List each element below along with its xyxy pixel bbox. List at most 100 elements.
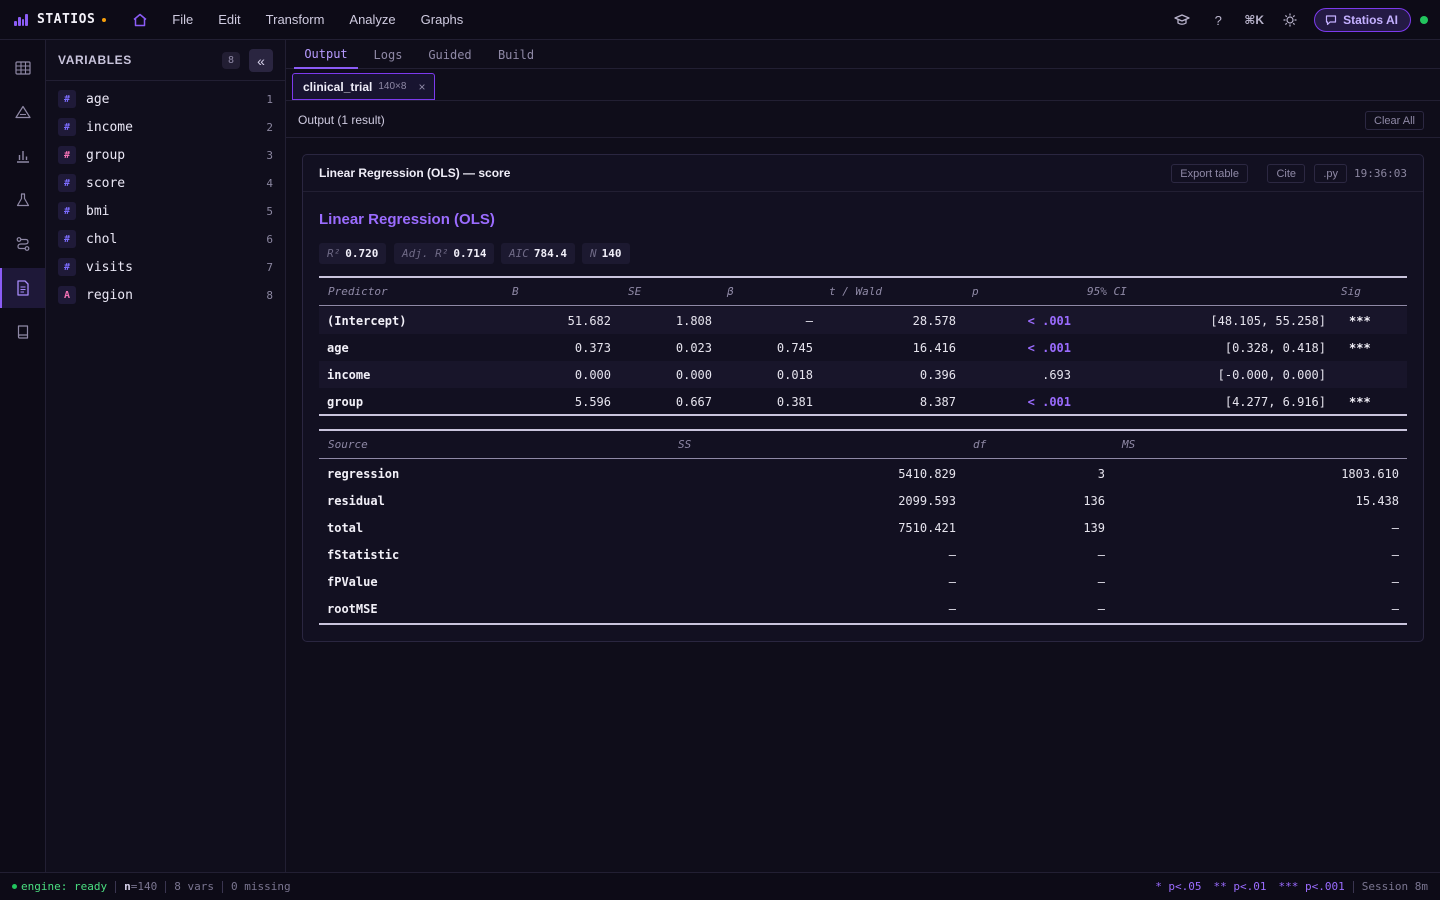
variable-type-icon: # [58,90,76,108]
coef-cell-t: 16.416 [912,340,956,355]
output-header: Output (1 result) Clear All [286,102,1440,138]
variable-item-visits[interactable]: # visits 7 [46,253,285,281]
anova-cell-ms: — [1391,520,1399,535]
export-python-button[interactable]: .py [1314,164,1347,183]
coef-cell-beta: 0.381 [776,394,813,409]
stat-n-label: N [590,247,597,260]
anova-cell-df: 139 [1083,520,1105,535]
col-predictor: Predictor [328,285,388,298]
variable-item-chol[interactable]: # chol 6 [46,225,285,253]
coef-cell-p: < .001 [1027,313,1071,328]
col-ci: 95% CI [1087,285,1127,298]
cite-button[interactable]: Cite [1267,164,1305,183]
variable-item-bmi[interactable]: # bmi 5 [46,197,285,225]
col-ss: SS [678,438,692,451]
coef-cell-p: < .001 [1027,340,1071,355]
anova-cell-source: total [327,520,364,535]
col-p: p [972,285,979,298]
rail-book-icon[interactable] [0,312,45,352]
rail-bar-chart-icon[interactable] [0,136,45,176]
app-name: STATIOS [37,12,96,27]
help-button[interactable]: ? [1208,10,1228,30]
rail-flow-icon[interactable] [0,224,45,264]
graduation-cap-icon[interactable] [1172,10,1192,30]
close-icon[interactable]: × [418,80,425,94]
anova-row-rootmse: rootMSE — — — [319,595,1407,622]
stat-r2: R² 0.720 [319,243,387,264]
sig-legend-01: ** p<.01 [1213,880,1267,893]
stat-aic-value: 784.4 [533,247,567,260]
missing-count: 0 missing [230,880,291,893]
menu-analyze[interactable]: Analyze [339,12,405,27]
top-bar: STATIOS File Edit Transform Analyze Grap… [0,0,1440,40]
anova-cell-ms: — [1391,574,1399,589]
tab-guided[interactable]: Guided [424,40,476,69]
variable-index: 1 [266,92,273,106]
tab-output[interactable]: Output [294,40,358,69]
rail-output-document-icon[interactable] [0,268,45,308]
brand[interactable]: STATIOS [0,12,107,27]
col-b: B [512,285,519,298]
stat-r2-value: 0.720 [345,247,379,260]
menu-file[interactable]: File [162,12,203,27]
tab-build[interactable]: Build [490,40,542,69]
variable-name: group [86,147,126,163]
menu-transform[interactable]: Transform [256,12,335,27]
main-area: Output Logs Guided Build clinical_trial … [286,40,1440,872]
dataset-tab-name: clinical_trial [303,79,373,94]
coef-cell-sig: *** [1349,340,1371,355]
variable-index: 3 [266,148,273,162]
coef-row-group: group 5.596 0.667 0.381 8.387 < .001 [4.277, 6… [319,388,1407,415]
variable-name: score [86,175,126,191]
dataset-tab-dims: 140×8 [378,81,407,92]
variable-index: 8 [266,288,273,302]
coef-cell-predictor: group [327,394,364,409]
clear-all-button[interactable]: Clear All [1365,111,1424,130]
engine-status: engine: ready [21,880,108,893]
command-palette-button[interactable]: ⌘K [1244,10,1264,30]
coef-row-age: age 0.373 0.023 0.745 16.416 < .001 [0.328, 0.… [319,334,1407,361]
top-right-actions: ? ⌘K Statios AI [1156,0,1440,40]
stat-aic: AIC 784.4 [501,243,575,264]
anova-cell-ms: 1803.610 [1341,466,1399,481]
rail-triangle-icon[interactable] [0,92,45,132]
statios-ai-button[interactable]: Statios AI [1314,8,1411,32]
coef-cell-se: 0.000 [675,367,712,382]
variable-name: bmi [86,203,110,219]
method-title: Linear Regression (OLS) [319,211,495,228]
anova-cell-ms: 15.438 [1355,493,1399,508]
result-card: Linear Regression (OLS) — score Export t… [302,154,1424,642]
variable-item-income[interactable]: # income 2 [46,113,285,141]
coef-cell-b: 51.682 [567,313,611,328]
rail-data-table-icon[interactable] [0,48,45,88]
variable-type-icon: # [58,258,76,276]
anova-cell-source: residual [327,493,385,508]
anova-cell-ss: 7510.421 [898,520,956,535]
dataset-tab-clinical-trial[interactable]: clinical_trial 140×8 × [292,73,435,100]
anova-cell-ss: 2099.593 [898,493,956,508]
anova-cell-ss: — [948,547,956,562]
home-icon[interactable] [130,10,150,30]
output-tabs: Output Logs Guided Build [286,40,1440,69]
export-table-button[interactable]: Export table [1171,164,1248,183]
rail-flask-icon[interactable] [0,180,45,220]
variable-item-age[interactable]: # age 1 [46,85,285,113]
coef-cell-beta: 0.018 [776,367,813,382]
sample-size: n=140 [124,880,158,893]
variable-name: visits [86,259,133,275]
menu-edit[interactable]: Edit [208,12,250,27]
unsaved-indicator [102,17,107,22]
theme-toggle-icon[interactable] [1280,10,1300,30]
col-se: SE [628,285,642,298]
tab-logs[interactable]: Logs [366,40,410,69]
menu-bar: File Edit Transform Analyze Graphs [162,12,478,27]
coef-cell-se: 0.023 [675,340,712,355]
collapse-panel-button[interactable]: « [249,49,273,72]
variable-item-group[interactable]: # group 3 [46,141,285,169]
anova-row-fstatistic: fStatistic — — — [319,541,1407,568]
menu-graphs[interactable]: Graphs [411,12,474,27]
stat-n: N 140 [582,243,630,264]
coef-cell-beta: — [805,313,813,328]
variable-item-region[interactable]: Aregion 8 [46,281,285,309]
variable-item-score[interactable]: # score 4 [46,169,285,197]
